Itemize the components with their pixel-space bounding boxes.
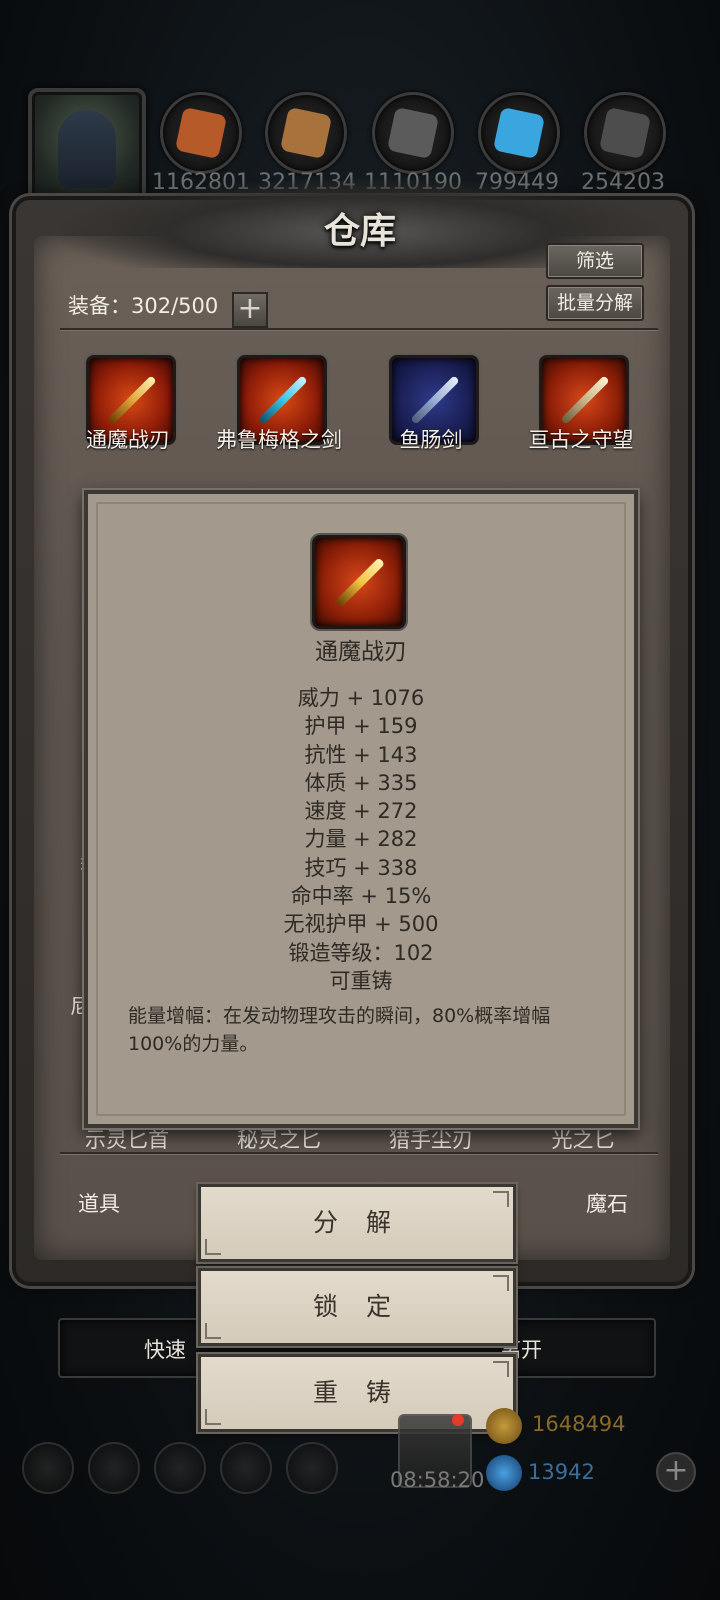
item-label-8: 光之匕 <box>551 1128 615 1152</box>
gift-timer: 08:58:20 <box>390 1468 485 1492</box>
bulk-decompose-button[interactable]: 批量分解 <box>546 285 644 321</box>
gold-amount: 1648494 <box>532 1412 626 1436</box>
iron-icon <box>372 92 454 174</box>
diamond-amount: 13942 <box>528 1460 595 1484</box>
guild-icon[interactable] <box>286 1442 338 1494</box>
gold-icon <box>486 1408 522 1444</box>
item-label-6: 秘灵之匕 <box>237 1128 321 1152</box>
divider <box>60 328 658 330</box>
tooltip-description: 能量增幅：在发动物理攻击的瞬间，80%概率增幅100%的力量。 <box>128 1005 551 1055</box>
item-label-5: 示灵匕首 <box>85 1128 169 1152</box>
item-label-7: 猎手尘刃 <box>389 1128 473 1152</box>
character-icon[interactable] <box>154 1442 206 1494</box>
item-label-3: 鱼肠剑 <box>399 428 463 452</box>
tab-items[interactable]: 道具 <box>78 1188 120 1218</box>
filter-button[interactable]: 筛选 <box>546 243 644 279</box>
decompose-button[interactable]: 分 解 <box>198 1184 516 1262</box>
stat-speed: 速度 + 272 <box>304 799 418 824</box>
stat-armor-pierce: 无视护甲 + 500 <box>283 912 439 937</box>
stat-hit-rate: 命中率 + 15% <box>290 884 432 909</box>
item-label-2: 弗鲁梅格之剑 <box>216 428 342 452</box>
tooltip-item-name: 通魔战刃 <box>315 639 407 665</box>
stat-forge-level: 锻造等级：102 <box>288 940 434 965</box>
stat-armor: 护甲 + 159 <box>304 714 418 739</box>
item-label-4: 亘古之守望 <box>528 428 634 452</box>
expand-capacity-button[interactable]: + <box>232 292 268 328</box>
tab-magic-stones[interactable]: 魔石 <box>586 1188 628 1218</box>
settings-icon[interactable] <box>22 1442 74 1494</box>
lock-button[interactable]: 锁 定 <box>198 1268 516 1346</box>
tooltip-item-icon <box>312 535 406 629</box>
quick-button[interactable]: 快速 <box>144 1334 186 1364</box>
ingot-icon <box>584 92 666 174</box>
equipment-count: 装备：302/500 <box>68 294 219 318</box>
star-icon[interactable] <box>88 1442 140 1494</box>
stat-resistance: 抗性 + 143 <box>304 742 418 767</box>
tooltip-stats: 威力 + 1076 护甲 + 159 抗性 + 143 体质 + 335 速度 … <box>84 684 638 995</box>
stat-strength: 力量 + 282 <box>304 827 418 852</box>
item-label-1: 通魔战刃 <box>86 428 170 452</box>
stat-skill: 技巧 + 338 <box>304 855 418 880</box>
add-currency-button[interactable]: + <box>656 1452 696 1492</box>
crystal-icon <box>478 92 560 174</box>
plank-icon <box>265 92 347 174</box>
mail-icon[interactable] <box>220 1442 272 1494</box>
notification-dot <box>452 1414 464 1426</box>
stat-constitution: 体质 + 335 <box>304 770 418 795</box>
wood-icon <box>160 92 242 174</box>
diamond-icon <box>486 1455 522 1491</box>
divider-bottom <box>60 1152 658 1154</box>
stat-reforgeable: 可重铸 <box>329 968 393 993</box>
stat-power: 威力 + 1076 <box>297 686 425 710</box>
